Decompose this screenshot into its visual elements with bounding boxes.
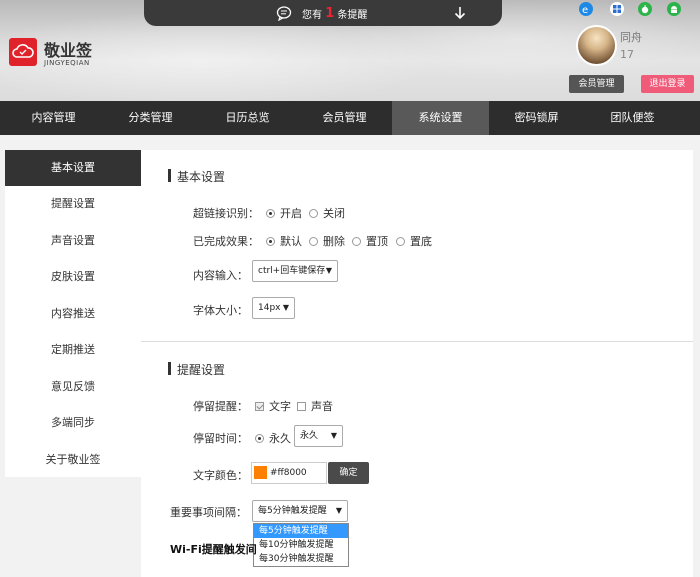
nav-category[interactable]: 分类管理 — [102, 101, 199, 135]
nav-team-notes[interactable]: 团队便签 — [584, 101, 681, 135]
sidebar-item-feedback[interactable]: 意见反馈 — [5, 369, 141, 405]
header: 您有 1 条提醒 敬业签 JINGYEQIAN e 同舟 17 会员管理 退出登… — [0, 0, 700, 101]
important-interval-label: 重要事项间隔： — [170, 506, 247, 519]
user-id: 17 — [620, 48, 634, 61]
ie-icon[interactable]: e — [579, 2, 593, 16]
color-confirm-button[interactable]: 确定 — [328, 462, 369, 484]
caret-down-icon: ▼ — [282, 303, 289, 312]
sidebar-item-about[interactable]: 关于敬业签 — [5, 442, 141, 478]
cloud-logo-icon — [9, 38, 37, 66]
content-input-select[interactable]: ctrl+回车键保存 ▼ — [252, 260, 338, 282]
caret-down-icon: ▼ — [335, 506, 342, 515]
done-delete-option[interactable]: 删除 — [309, 233, 345, 249]
nav-content[interactable]: 内容管理 — [5, 101, 102, 135]
avatar[interactable] — [576, 25, 617, 66]
notification-bar[interactable]: 您有 1 条提醒 — [144, 0, 502, 26]
radio-icon[interactable] — [396, 237, 405, 246]
section-divider — [141, 341, 693, 342]
logo-pinyin: JINGYEQIAN — [44, 59, 90, 67]
android-icon[interactable] — [667, 2, 681, 16]
arrow-down-icon[interactable] — [452, 5, 468, 21]
radio-icon[interactable] — [309, 209, 318, 218]
logout-button[interactable]: 退出登录 — [641, 75, 694, 93]
user-name: 同舟 — [620, 31, 642, 44]
nav-member[interactable]: 会员管理 — [296, 101, 393, 135]
hyperlink-off-option[interactable]: 关闭 — [309, 205, 345, 221]
radio-icon[interactable] — [255, 434, 264, 443]
windows-icon[interactable] — [610, 2, 624, 16]
wifi-remind-label: Wi-Fi提醒触发间 — [170, 543, 257, 556]
color-swatch[interactable] — [254, 466, 267, 479]
radio-icon[interactable] — [352, 237, 361, 246]
caret-down-icon: ▼ — [330, 431, 337, 440]
sidebar-item-skin[interactable]: 皮肤设置 — [5, 259, 141, 295]
hyperlink-on-option[interactable]: 开启 — [266, 205, 302, 221]
radio-icon[interactable] — [266, 209, 275, 218]
sidebar-item-push[interactable]: 内容推送 — [5, 296, 141, 332]
member-management-button[interactable]: 会员管理 — [569, 75, 624, 93]
interval-dropdown-list: 每5分钟触发提醒 每10分钟触发提醒 每30分钟触发提醒 — [253, 523, 349, 567]
radio-icon[interactable] — [309, 237, 318, 246]
stay-remind-label: 停留提醒： — [193, 400, 248, 413]
hyperlink-label: 超链接识别： — [193, 207, 259, 220]
text-color-label: 文字颜色： — [193, 469, 248, 482]
apple-icon[interactable] — [638, 2, 652, 16]
nav-settings[interactable]: 系统设置 — [392, 101, 489, 135]
stay-time-select[interactable]: 永久 ▼ — [294, 425, 343, 447]
sidebar-item-basic[interactable]: 基本设置 — [5, 150, 141, 186]
content-input-label: 内容输入： — [193, 269, 248, 282]
done-default-option[interactable]: 默认 — [266, 233, 302, 249]
sidebar-item-scheduled-push[interactable]: 定期推送 — [5, 332, 141, 368]
nav-lock[interactable]: 密码锁屏 — [488, 101, 585, 135]
checkbox-icon[interactable] — [255, 402, 264, 411]
interval-option-10min[interactable]: 每10分钟触发提醒 — [254, 538, 348, 552]
sidebar-item-sound[interactable]: 声音设置 — [5, 223, 141, 259]
interval-option-30min[interactable]: 每30分钟触发提醒 — [254, 552, 348, 566]
radio-icon[interactable] — [266, 237, 275, 246]
caret-down-icon: ▼ — [325, 266, 332, 275]
settings-sidebar: 基本设置 提醒设置 声音设置 皮肤设置 内容推送 定期推送 意见反馈 多端同步 … — [5, 150, 141, 477]
svg-text:e: e — [582, 5, 588, 16]
done-top-option[interactable]: 置顶 — [352, 233, 388, 249]
remind-settings-title: 提醒设置 — [168, 361, 225, 378]
nav-calendar[interactable]: 日历总览 — [199, 101, 296, 135]
checkbox-icon[interactable] — [297, 402, 306, 411]
stay-time-label: 停留时间： — [193, 432, 248, 445]
notification-count: 1 — [325, 6, 335, 21]
done-bottom-option[interactable]: 置底 — [396, 233, 432, 249]
logo-name: 敬业签 — [44, 41, 93, 60]
notification-text: 您有 1 条提醒 — [302, 6, 368, 21]
interval-option-5min[interactable]: 每5分钟触发提醒 — [254, 524, 348, 538]
done-effect-label: 已完成效果： — [193, 235, 259, 248]
font-size-select[interactable]: 14px ▼ — [252, 297, 295, 319]
sidebar-item-sync[interactable]: 多端同步 — [5, 405, 141, 441]
stay-sound-option[interactable]: 声音 — [297, 398, 333, 414]
chat-bubble-icon — [276, 6, 292, 21]
settings-panel: 基本设置 超链接识别： 开启 关闭 已完成效果： 默认 删除 置顶 置底 内容输… — [141, 150, 693, 577]
sidebar-item-remind[interactable]: 提醒设置 — [5, 186, 141, 222]
basic-settings-title: 基本设置 — [168, 168, 225, 185]
main-nav: 内容管理 分类管理 日历总览 会员管理 系统设置 密码锁屏 团队便签 — [0, 101, 700, 135]
important-interval-select[interactable]: 每5分钟触发提醒 ▼ — [252, 500, 348, 522]
stay-forever-option[interactable]: 永久 — [255, 430, 291, 446]
stay-text-option[interactable]: 文字 — [255, 398, 291, 414]
font-size-label: 字体大小： — [193, 304, 248, 317]
